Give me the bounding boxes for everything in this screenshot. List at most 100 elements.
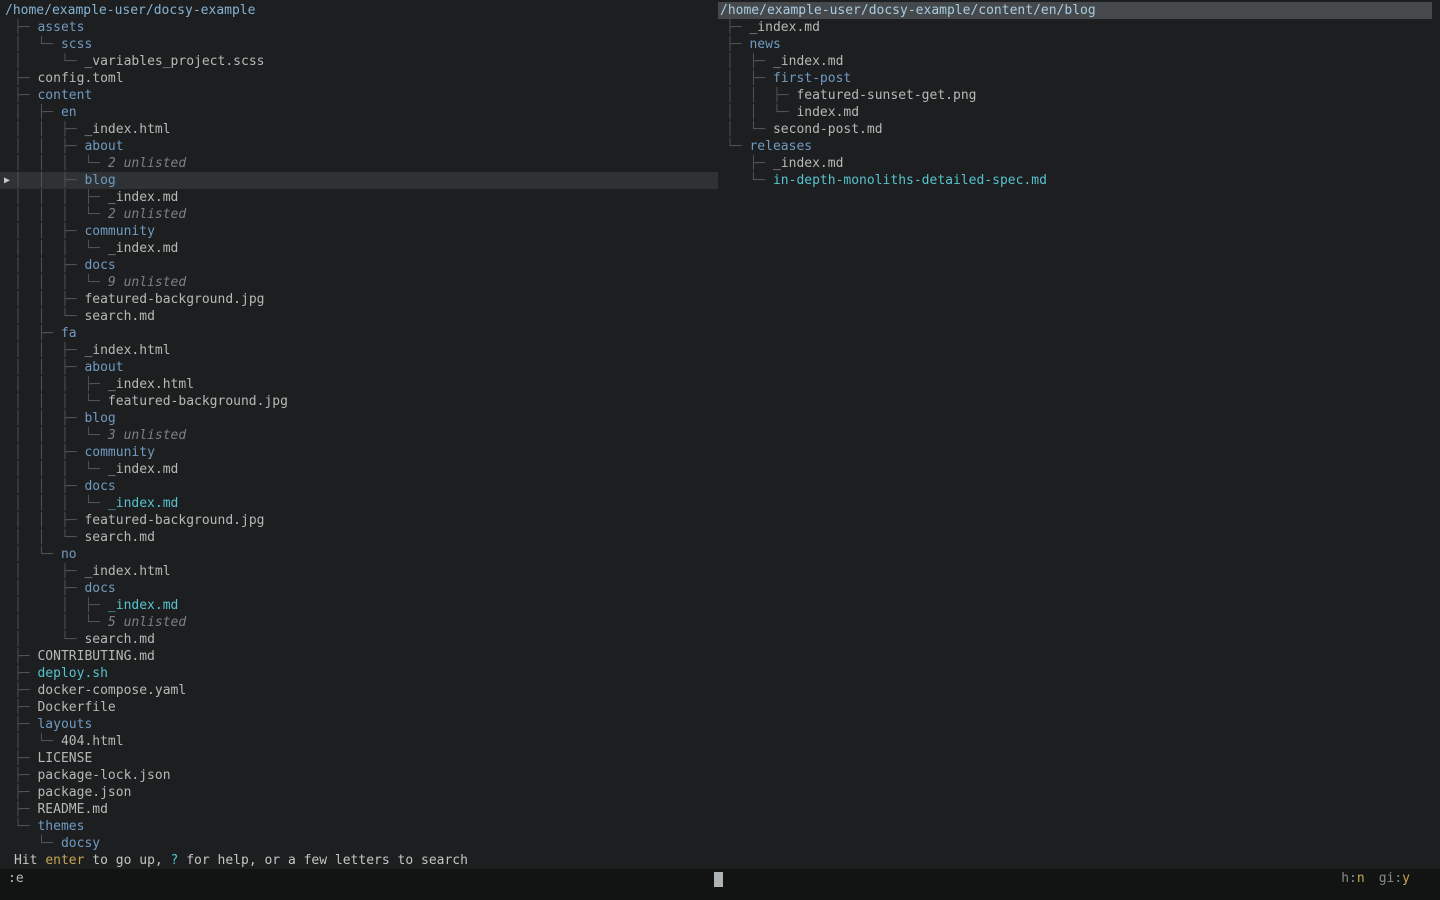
- tree-row-file[interactable]: │ │ │ └─ _index.md: [14, 495, 718, 512]
- toggle-hidden: h:n: [1341, 871, 1364, 886]
- tree-branch: │ └─: [14, 547, 61, 562]
- tree-row-dir[interactable]: │ │ ├─ blog: [14, 410, 718, 427]
- tree-row-file[interactable]: ├─ CONTRIBUTING.md: [14, 648, 718, 665]
- tree-branch: ├─: [14, 802, 37, 817]
- tree-branch: ├─: [726, 37, 749, 52]
- tree-row-file[interactable]: │ └─ 404.html: [14, 733, 718, 750]
- entry-label: themes: [37, 819, 84, 834]
- tree-row-file[interactable]: ├─ config.toml: [14, 70, 718, 87]
- entry-label: package-lock.json: [37, 768, 170, 783]
- tree-branch: │ │ ├─: [14, 122, 84, 137]
- tree-row-file[interactable]: │ │ ├─ _index.html: [14, 121, 718, 138]
- tree-row-file[interactable]: │ │ │ └─ _index.md: [14, 461, 718, 478]
- tree-row-file[interactable]: └─ in-depth-monoliths-detailed-spec.md: [726, 172, 1440, 189]
- left-tree-panel: /home/example-user/docsy-example ├─ asse…: [0, 0, 718, 852]
- tree-row-file[interactable]: │ │ │ ├─ _index.html: [14, 376, 718, 393]
- tree-row-file[interactable]: │ └─ search.md: [14, 631, 718, 648]
- tree-branch: │ │ └─: [726, 105, 796, 120]
- tree-row-file[interactable]: │ │ └─ search.md: [14, 529, 718, 546]
- tree-row-dir[interactable]: │ │ ├─ docs: [14, 478, 718, 495]
- tree-row-file[interactable]: │ │ │ └─ featured-background.jpg: [14, 393, 718, 410]
- tree-row-dir[interactable]: │ ├─ en: [14, 104, 718, 121]
- tree-branch: └─: [14, 836, 61, 851]
- tree-row-file[interactable]: │ │ ├─ featured-background.jpg: [14, 512, 718, 529]
- tree-row-file[interactable]: ├─ _index.md: [726, 155, 1440, 172]
- status-hint: Hit enter to go up, ? for help, or a few…: [0, 852, 1440, 869]
- tree-row-dir[interactable]: │ │ ├─ community: [14, 223, 718, 240]
- entry-label: in-depth-monoliths-detailed-spec.md: [773, 173, 1047, 188]
- tree-row-dir[interactable]: ├─ assets: [14, 19, 718, 36]
- tree-row-dir[interactable]: │ ├─ fa: [14, 325, 718, 342]
- tree-branch: │ │ │ └─: [14, 496, 108, 511]
- tree-row-file[interactable]: ├─ docker-compose.yaml: [14, 682, 718, 699]
- entry-label: about: [84, 139, 123, 154]
- entry-label: featured-background.jpg: [84, 292, 264, 307]
- tree-row-file[interactable]: │ └─ second-post.md: [726, 121, 1440, 138]
- tree-row-file[interactable]: │ │ │ └─ 2 unlisted: [14, 206, 718, 223]
- entry-label: news: [749, 37, 780, 52]
- tree-row-dir[interactable]: │ │ ├─ community: [14, 444, 718, 461]
- tree-branch: │ │ │ └─: [14, 241, 108, 256]
- tree-row-file[interactable]: │ │ └─ index.md: [726, 104, 1440, 121]
- tree-row-dir[interactable]: ▶│ │ ├─ blog: [0, 172, 718, 189]
- entry-label: second-post.md: [773, 122, 883, 137]
- tree-row-dir[interactable]: └─ releases: [726, 138, 1440, 155]
- tree-branch: │ │ │ └─: [14, 428, 108, 443]
- tree-row-dir[interactable]: │ └─ scss: [14, 36, 718, 53]
- command-input[interactable]: :e: [8, 870, 24, 887]
- text-cursor-icon: [714, 872, 723, 887]
- tree-row-file[interactable]: │ │ │ └─ _index.md: [14, 240, 718, 257]
- entry-label: en: [61, 105, 77, 120]
- tree-branch: │ │ ├─: [14, 139, 84, 154]
- tree-row-file[interactable]: │ │ │ └─ 3 unlisted: [14, 427, 718, 444]
- tree-row-file[interactable]: │ │ ├─ featured-background.jpg: [14, 291, 718, 308]
- entry-label: _index.md: [108, 190, 178, 205]
- tree-row-file[interactable]: ├─ README.md: [14, 801, 718, 818]
- tree-branch: │ │ ├─: [14, 173, 84, 188]
- tree-row-dir[interactable]: │ ├─ docs: [14, 580, 718, 597]
- tree-row-dir[interactable]: │ │ ├─ about: [14, 138, 718, 155]
- tree-row-dir[interactable]: └─ themes: [14, 818, 718, 835]
- tree-row-dir[interactable]: │ ├─ first-post: [726, 70, 1440, 87]
- tree-row-file[interactable]: │ │ ├─ _index.html: [14, 342, 718, 359]
- tree-row-file[interactable]: │ │ └─ search.md: [14, 308, 718, 325]
- tree-row-file[interactable]: │ └─ _variables_project.scss: [14, 53, 718, 70]
- tree-row-file[interactable]: │ ├─ _index.html: [14, 563, 718, 580]
- entry-label: featured-sunset-get.png: [796, 88, 976, 103]
- tree-row-file[interactable]: │ ├─ _index.md: [726, 53, 1440, 70]
- entry-label: content: [37, 88, 92, 103]
- tree-row-file[interactable]: ├─ _index.md: [726, 19, 1440, 36]
- tree-row-dir[interactable]: │ │ ├─ docs: [14, 257, 718, 274]
- tree-branch: │ ├─: [726, 71, 773, 86]
- tree-branch: │ ├─: [726, 54, 773, 69]
- tree-row-file[interactable]: │ │ ├─ featured-sunset-get.png: [726, 87, 1440, 104]
- left-tree-rows: ├─ assets│ └─ scss│ └─ _variables_projec…: [0, 19, 718, 852]
- tree-row-file[interactable]: │ │ └─ 5 unlisted: [14, 614, 718, 631]
- command-bar[interactable]: :e h:ngi:y: [0, 869, 1440, 900]
- tree-row-file[interactable]: ├─ Dockerfile: [14, 699, 718, 716]
- tree-row-dir[interactable]: └─ docsy: [14, 835, 718, 852]
- tree-row-dir[interactable]: ├─ content: [14, 87, 718, 104]
- tree-row-file[interactable]: ├─ LICENSE: [14, 750, 718, 767]
- tree-branch: │ │ ├─: [14, 445, 84, 460]
- status-hint-text: Hit: [14, 853, 45, 868]
- tree-row-file[interactable]: │ │ │ └─ 2 unlisted: [14, 155, 718, 172]
- status-hint-text: to go up,: [84, 853, 170, 868]
- tree-row-file[interactable]: │ │ │ ├─ _index.md: [14, 189, 718, 206]
- tree-row-file[interactable]: │ │ │ └─ 9 unlisted: [14, 274, 718, 291]
- tree-row-file[interactable]: ├─ deploy.sh: [14, 665, 718, 682]
- tree-row-file[interactable]: │ │ ├─ _index.md: [14, 597, 718, 614]
- left-panel-path: /home/example-user/docsy-example: [0, 2, 718, 19]
- tree-branch: └─: [726, 173, 773, 188]
- entry-label: fa: [61, 326, 77, 341]
- tree-row-dir[interactable]: ├─ news: [726, 36, 1440, 53]
- tree-row-dir[interactable]: │ └─ no: [14, 546, 718, 563]
- entry-label: 2 unlisted: [108, 207, 186, 222]
- tree-row-dir[interactable]: ├─ layouts: [14, 716, 718, 733]
- tree-row-dir[interactable]: │ │ ├─ about: [14, 359, 718, 376]
- tree-row-file[interactable]: ├─ package-lock.json: [14, 767, 718, 784]
- tree-row-file[interactable]: ├─ package.json: [14, 784, 718, 801]
- toggle-key: gi:: [1379, 871, 1402, 886]
- entry-label: _index.md: [773, 156, 843, 171]
- entry-label: docs: [84, 258, 115, 273]
